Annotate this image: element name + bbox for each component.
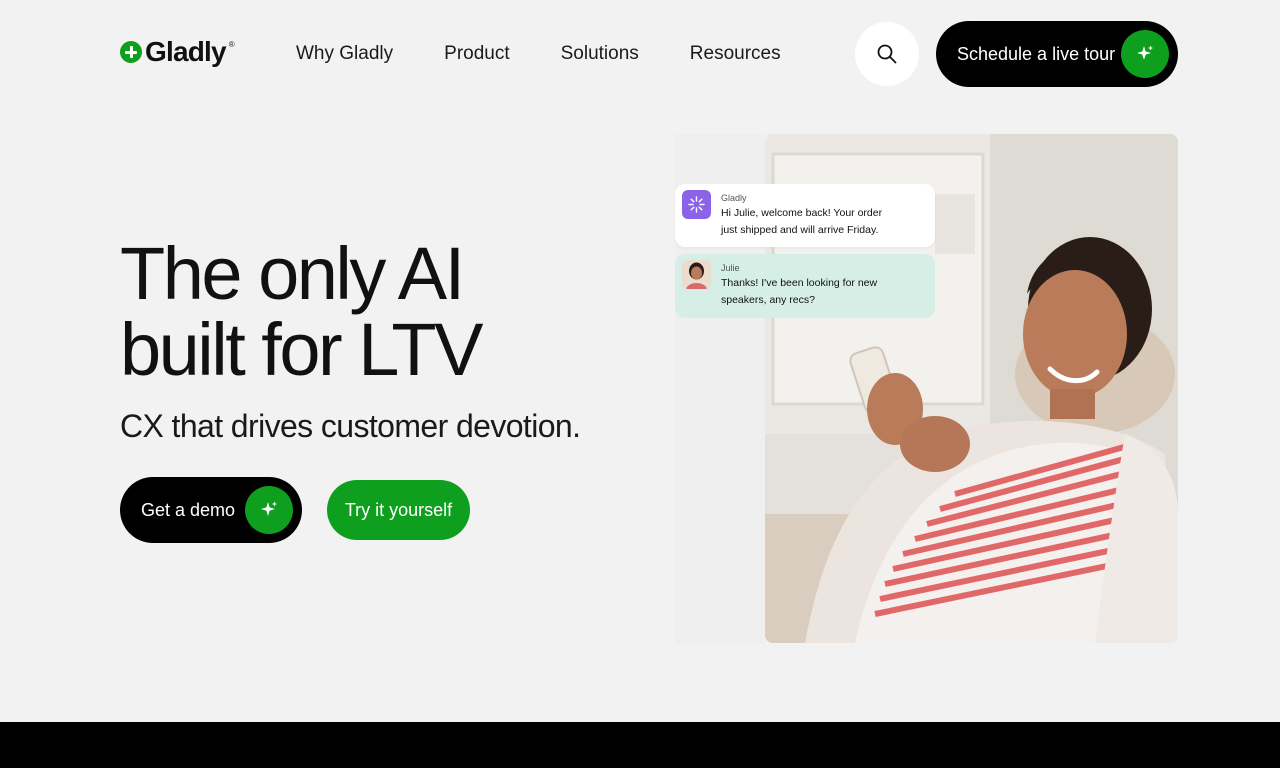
get-demo-label: Get a demo <box>141 499 236 520</box>
gladly-bot-avatar <box>682 190 711 219</box>
search-button[interactable] <box>855 22 919 86</box>
chat-message-line: speakers, any recs? <box>721 294 815 306</box>
hero-title: The only AI built for LTV <box>120 236 640 388</box>
logo-text: Gladly <box>145 36 227 67</box>
schedule-tour-label: Schedule a live tour <box>957 43 1116 64</box>
chat-sender-name: Gladly <box>721 193 747 203</box>
hero-subtitle: CX that drives customer devotion. <box>120 408 581 444</box>
nav-item-why-gladly[interactable]: Why Gladly <box>296 42 393 66</box>
nav-item-product[interactable]: Product <box>444 42 509 66</box>
sparkle-icon <box>245 486 293 534</box>
chat-message-gladly: Gladly Hi Julie, welcome back! Your orde… <box>675 184 935 247</box>
hero-title-line-2: built for LTV <box>120 308 483 391</box>
get-demo-button[interactable]: Get a demo <box>120 477 302 543</box>
chat-sender-name: Julie <box>721 263 740 273</box>
nav-item-solutions[interactable]: Solutions <box>561 42 639 66</box>
chat-message-line: Hi Julie, welcome back! Your order <box>721 207 883 219</box>
footer-band <box>0 722 1280 768</box>
plus-circle-icon <box>120 41 142 63</box>
search-icon <box>877 44 897 64</box>
try-it-yourself-label: Try it yourself <box>344 499 453 520</box>
chat-message-julie: Julie Thanks! I've been looking for new … <box>675 254 935 318</box>
chat-message-line: Thanks! I've been looking for new <box>721 277 878 289</box>
gladly-logo[interactable]: Gladly ® <box>120 38 235 66</box>
chat-message-text: Hi Julie, welcome back! Your order just … <box>721 205 925 239</box>
chat-message-line: just shipped and will arrive Friday. <box>721 224 879 236</box>
sparkle-icon <box>1121 30 1169 78</box>
main-nav: Why Gladly Product Solutions Resources <box>296 42 832 66</box>
loading-spinner-icon <box>688 196 705 213</box>
chat-message-text: Thanks! I've been looking for new speake… <box>721 275 925 309</box>
try-it-yourself-button[interactable]: Try it yourself <box>327 480 470 540</box>
nav-item-resources[interactable]: Resources <box>690 42 781 66</box>
user-portrait-icon <box>682 260 711 289</box>
registered-mark: ® <box>228 40 235 49</box>
schedule-tour-button[interactable]: Schedule a live tour <box>936 21 1178 87</box>
hero-title-line-1: The only AI <box>120 232 465 315</box>
julie-avatar <box>682 260 711 289</box>
